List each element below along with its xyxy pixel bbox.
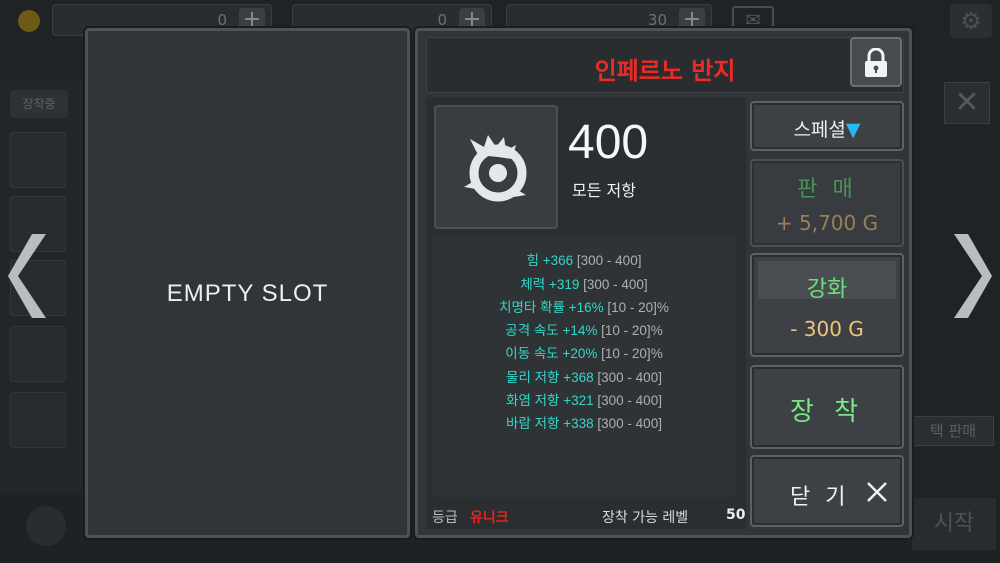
enhance-label: 강화 <box>806 277 848 302</box>
comparison-slot-panel: EMPTY SLOT <box>85 28 410 538</box>
blue-gem-amount: 0 <box>437 11 447 29</box>
equipment-slot[interactable] <box>10 392 66 448</box>
game-screen: 0 + 0 + 30 + ✉ ⚙ 장착중 ✕ 택 판매 시작 EMPTY SLO… <box>0 0 1000 563</box>
chevron-left-icon[interactable] <box>6 228 56 324</box>
special-label: 스페셜 <box>793 119 846 141</box>
settings-gear-icon[interactable]: ⚙ <box>950 4 992 38</box>
equip-button[interactable]: 장 착 <box>750 365 904 449</box>
stat-line: 공격 속도 +14% [10 - 20]% <box>505 323 663 338</box>
sell-amount: + 5,700 G <box>775 211 879 235</box>
inferno-ring-icon <box>464 135 527 202</box>
grade-label: 등급 <box>432 510 458 526</box>
empty-slot-label: EMPTY SLOT <box>166 280 329 307</box>
equipment-slot[interactable] <box>10 132 66 188</box>
item-info: 400 모든 저항 힘 +366 [300 - 400] 체력 +319 [30… <box>426 97 746 529</box>
chevron-right-icon[interactable] <box>944 228 994 324</box>
selected-sell-button[interactable]: 택 판매 <box>912 416 994 446</box>
sell-button[interactable]: 판 매 + 5,700 G <box>750 159 904 247</box>
close-label: 닫 기 <box>790 485 850 510</box>
purple-gem-amount: 30 <box>647 11 667 29</box>
main-stat-value: 400 <box>568 116 649 169</box>
item-detail-panel: 인페르노 반지 400 모든 저항 힘 +366 [300 - 400] 체력 … <box>415 28 912 538</box>
required-level-label: 장착 가능 레벨 <box>602 510 689 526</box>
enhance-cost: - 300 G <box>790 317 864 341</box>
gold-coin-icon <box>18 10 40 32</box>
stat-line: 바람 저항 +338 [300 - 400] <box>506 416 662 431</box>
item-title-bar: 인페르노 반지 <box>426 37 904 93</box>
sell-label: 판 매 <box>797 177 857 202</box>
main-stat-label: 모든 저항 <box>572 181 636 200</box>
dropdown-triangle-icon: ▼ <box>845 119 861 141</box>
equipped-tab[interactable]: 장착중 <box>10 90 68 118</box>
special-dropdown-button[interactable]: 스페셜▼ <box>750 101 904 151</box>
equip-label: 장 착 <box>789 397 865 427</box>
close-x-icon <box>867 482 887 502</box>
enhance-button[interactable]: 강화 - 300 G <box>750 253 904 357</box>
required-level-value: 50 <box>726 507 746 523</box>
item-icon-frame <box>434 105 558 229</box>
item-stats-list: 힘 +366 [300 - 400] 체력 +319 [300 - 400] 치… <box>432 235 736 497</box>
stat-line: 치명타 확률 +16% [10 - 20]% <box>499 300 669 315</box>
stat-line: 힘 +366 [300 - 400] <box>526 253 642 268</box>
start-button[interactable]: 시작 <box>912 498 996 550</box>
stat-line: 화염 저항 +321 [300 - 400] <box>506 393 662 408</box>
item-name: 인페르노 반지 <box>594 57 736 85</box>
equipment-slot[interactable] <box>10 326 66 382</box>
grade-value: 유니크 <box>470 510 509 526</box>
close-button[interactable]: 닫 기 <box>750 455 904 527</box>
stat-line: 물리 저항 +368 [300 - 400] <box>506 370 662 385</box>
lock-button[interactable] <box>850 37 902 87</box>
lock-icon <box>865 48 887 77</box>
helmet-icon[interactable] <box>26 506 66 546</box>
stat-line: 이동 속도 +20% [10 - 20]% <box>505 346 663 361</box>
background-close-icon[interactable]: ✕ <box>944 82 990 124</box>
stat-line: 체력 +319 [300 - 400] <box>520 277 648 292</box>
gold-amount: 0 <box>217 11 227 29</box>
